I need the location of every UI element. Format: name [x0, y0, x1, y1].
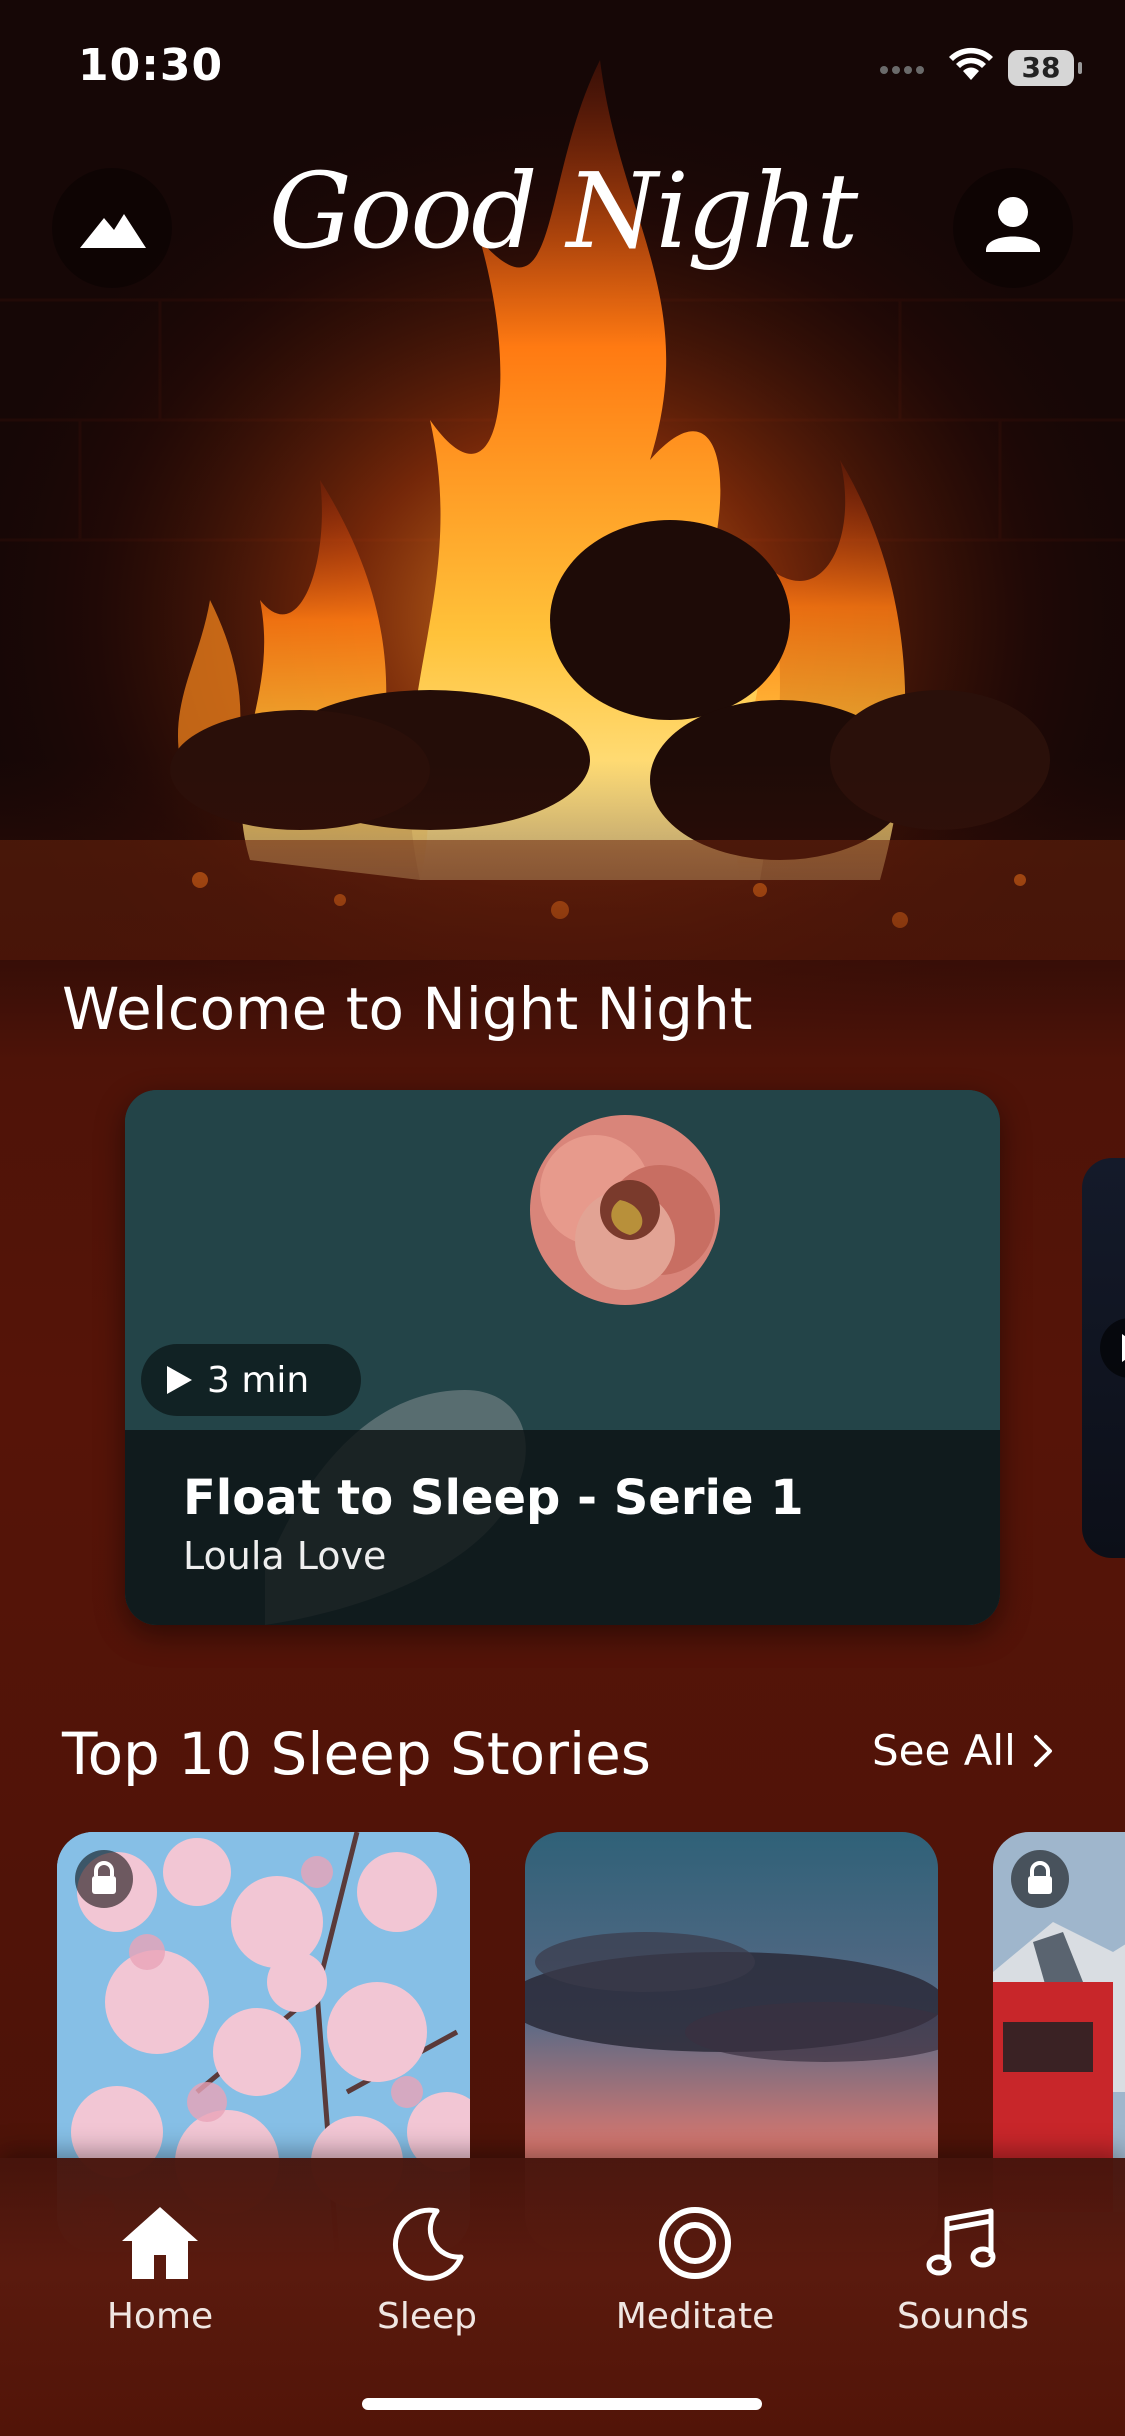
see-all-link[interactable]: See All: [872, 1726, 1054, 1775]
see-all-label: See All: [872, 1726, 1016, 1775]
featured-author: Loula Love: [183, 1534, 387, 1578]
welcome-heading: Welcome to Night Night: [62, 975, 753, 1043]
home-indicator: [362, 2398, 762, 2410]
tab-label-sleep: Sleep: [376, 2296, 477, 2337]
profile-button[interactable]: [953, 168, 1073, 288]
tab-sounds[interactable]: Sounds: [853, 2198, 1073, 2337]
chevron-right-icon: [1033, 1734, 1052, 1767]
top10-heading: Top 10 Sleep Stories: [62, 1720, 652, 1788]
ring-icon: [659, 2207, 731, 2279]
home-screen: 10:30 38 Good Night Welcome to Night Nig…: [0, 0, 1125, 2436]
tab-label-meditate: Meditate: [615, 2296, 775, 2337]
lock-icon: [1028, 1861, 1052, 1894]
lock-badge: [1011, 1850, 1069, 1908]
duration-badge: 3 min: [141, 1344, 361, 1416]
lock-badge: [75, 1850, 133, 1908]
battery-icon: 38: [1008, 50, 1082, 86]
status-bar: 10:30 38: [0, 0, 1125, 140]
wifi-icon: [948, 46, 994, 82]
featured-card[interactable]: 3 min Float to Sleep - Serie 1 Loula Lov…: [125, 1090, 1000, 1625]
moon-icon: [393, 2207, 464, 2281]
lock-icon: [92, 1861, 116, 1894]
tab-bar: Home Sleep Meditate Sounds: [0, 2158, 1125, 2436]
user-icon: [986, 197, 1040, 252]
music-note-icon: [926, 2208, 996, 2276]
cellular-signal-icon: [880, 60, 934, 76]
tab-label-home: Home: [106, 2296, 214, 2337]
tab-label-sounds: Sounds: [896, 2296, 1030, 2337]
play-icon: [167, 1366, 192, 1394]
tab-meditate[interactable]: Meditate: [585, 2198, 805, 2337]
status-time: 10:30: [78, 40, 224, 91]
tab-sleep[interactable]: Sleep: [317, 2198, 537, 2337]
next-featured-card[interactable]: [1082, 1158, 1125, 1558]
duration-label: 3 min: [207, 1359, 310, 1401]
featured-info-band: [125, 1430, 1000, 1625]
tab-home[interactable]: Home: [50, 2198, 270, 2337]
home-icon: [122, 2207, 198, 2279]
featured-title: Float to Sleep - Serie 1: [183, 1470, 804, 1526]
play-icon: [1100, 1318, 1125, 1378]
